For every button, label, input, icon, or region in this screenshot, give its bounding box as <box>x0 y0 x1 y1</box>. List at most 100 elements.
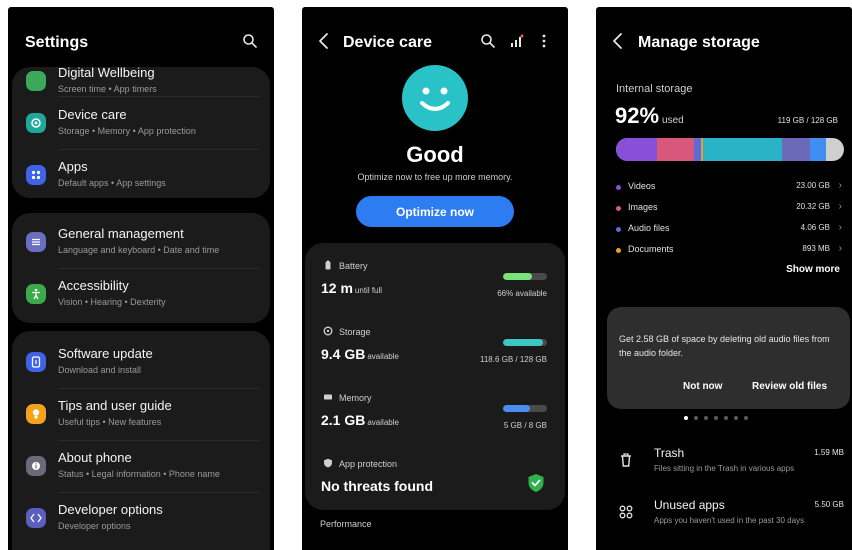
device-care-icon <box>26 113 46 133</box>
shield-icon <box>324 458 332 468</box>
show-more-button[interactable]: Show more <box>786 264 840 275</box>
settings-item-apps[interactable]: Apps Default apps • App settings <box>12 149 270 198</box>
storage-category-row[interactable]: Audio files 4.06 GB › <box>614 221 844 242</box>
settings-item-device-care[interactable]: Device care Storage • Memory • App prote… <box>12 97 270 149</box>
chevron-right-icon: › <box>838 180 842 191</box>
apps-icon <box>26 165 46 185</box>
wellbeing-icon <box>26 71 46 91</box>
diagnostics-icon[interactable] <box>509 33 525 49</box>
category-color-dot <box>616 185 621 190</box>
list-item-title: Unused apps <box>654 498 725 512</box>
settings-item-title: About phone <box>58 450 132 465</box>
memory-label: Memory <box>339 393 372 403</box>
info-icon <box>26 456 46 476</box>
settings-item-title: Accessibility <box>58 278 129 293</box>
category-color-dot <box>616 248 621 253</box>
battery-aux: 66% available <box>497 289 547 298</box>
trash-icon <box>621 453 631 467</box>
page-dot <box>734 416 738 420</box>
performance-label: Performance <box>320 519 372 529</box>
storage-bar-segment <box>809 138 826 161</box>
chevron-right-icon: › <box>838 222 842 233</box>
settings-item-title: Apps <box>58 159 88 174</box>
settings-item-software-update[interactable]: Software update Download and install <box>12 336 270 388</box>
battery-icon <box>325 260 331 270</box>
page-dot <box>704 416 708 420</box>
list-item-subtitle: Apps you haven't used in the past 30 day… <box>654 516 805 525</box>
more-options-icon[interactable] <box>536 33 552 49</box>
check-shield-icon <box>528 474 544 492</box>
search-icon[interactable] <box>242 33 258 49</box>
list-item-subtitle: Files sitting in the Trash in various ap… <box>654 464 795 473</box>
battery-item[interactable]: Battery 12 m until full 66% available <box>305 247 565 313</box>
storage-category-row[interactable]: Documents 893 MB › <box>614 242 844 263</box>
code-braces-icon <box>26 508 46 528</box>
search-icon[interactable] <box>480 33 496 49</box>
category-name: Documents <box>628 244 674 254</box>
settings-item-subtitle: Download and install <box>58 365 142 375</box>
storage-item[interactable]: Storage 9.4 GB available 118.6 GB / 128 G… <box>305 313 565 379</box>
settings-item-accessibility[interactable]: Accessibility Vision • Hearing • Dexteri… <box>12 268 270 320</box>
chevron-right-icon: › <box>838 201 842 212</box>
settings-item-subtitle: Storage • Memory • App protection <box>58 126 196 136</box>
settings-item-tips[interactable]: Tips and user guide Useful tips • New fe… <box>12 388 270 440</box>
storage-bar-segment <box>693 138 702 161</box>
page-dot <box>694 416 698 420</box>
page-dot <box>724 416 728 420</box>
storage-suggestion-card: Get 2.58 GB of space by deleting old aud… <box>607 307 850 409</box>
apps-grid-icon <box>619 505 633 519</box>
list-item-size: 5.50 GB <box>814 500 844 509</box>
review-old-files-button[interactable]: Review old files <box>752 381 827 392</box>
storage-label: Storage <box>339 327 371 337</box>
optimize-now-button[interactable]: Optimize now <box>356 196 514 227</box>
trash-item[interactable]: Trash Files sitting in the Trash in vari… <box>596 446 852 494</box>
general-management-icon <box>26 232 46 252</box>
storage-category-row[interactable]: Images 20.32 GB › <box>614 200 844 221</box>
category-color-dot <box>616 206 621 211</box>
settings-item-developer-options[interactable]: Developer options Developer options <box>12 492 270 544</box>
settings-item-about-phone[interactable]: About phone Status • Legal information •… <box>12 440 270 492</box>
page-dot <box>744 416 748 420</box>
back-arrow-icon[interactable] <box>610 31 626 51</box>
back-arrow-icon[interactable] <box>316 31 332 51</box>
device-care-summary-card: Battery 12 m until full 66% available Sto… <box>305 243 565 510</box>
list-item-title: Trash <box>654 446 685 460</box>
category-name: Videos <box>628 181 656 191</box>
page-dot <box>684 416 688 420</box>
settings-item-subtitle: Useful tips • New features <box>58 417 162 427</box>
category-name: Images <box>628 202 658 212</box>
internal-storage-label: Internal storage <box>616 83 693 95</box>
list-item-size: 1.59 MB <box>814 448 844 457</box>
memory-value: 2.1 GB available <box>321 412 399 428</box>
page-title: Settings <box>25 34 89 51</box>
storage-bar-segment <box>616 138 658 161</box>
device-status-subtitle: Optimize now to free up more memory. <box>357 172 513 182</box>
memory-item[interactable]: Memory 2.1 GB available 5 GB / 8 GB <box>305 379 565 445</box>
settings-group-2: General management Language and keyboard… <box>12 213 270 323</box>
page-dot <box>714 416 718 420</box>
storage-bar <box>503 339 547 346</box>
storage-percent-used: 92% used <box>615 103 684 128</box>
chevron-right-icon: › <box>838 243 842 254</box>
manage-storage-screen: Manage storage Internal storage 92% used … <box>596 7 852 550</box>
page-title: Manage storage <box>638 34 760 51</box>
settings-item-subtitle: Language and keyboard • Date and time <box>58 245 220 255</box>
settings-screen: Settings Digital Wellbeing Screen time •… <box>8 7 274 550</box>
settings-item-subtitle: Vision • Hearing • Dexterity <box>58 297 166 307</box>
category-size: 893 MB <box>802 244 830 253</box>
memory-icon <box>324 394 332 400</box>
unused-apps-item[interactable]: Unused apps Apps you haven't used in the… <box>596 498 852 546</box>
settings-item-title: Developer options <box>58 502 163 517</box>
settings-group-3: Software update Download and install Tip… <box>12 331 270 550</box>
app-protection-value: No threats found <box>321 478 433 494</box>
storage-category-row[interactable]: Videos 23.00 GB › <box>614 179 844 200</box>
app-protection-label: App protection <box>339 459 398 469</box>
settings-item-general-management[interactable]: General management Language and keyboard… <box>12 216 270 268</box>
memory-aux: 5 GB / 8 GB <box>503 421 547 430</box>
not-now-button[interactable]: Not now <box>683 381 722 392</box>
suggestion-text: Get 2.58 GB of space by deleting old aud… <box>619 334 830 358</box>
accessibility-icon <box>26 284 46 304</box>
app-protection-item[interactable]: App protection No threats found <box>305 445 565 511</box>
settings-item-subtitle: Screen time • App timers <box>58 84 157 94</box>
storage-value: 9.4 GB available <box>321 346 399 362</box>
